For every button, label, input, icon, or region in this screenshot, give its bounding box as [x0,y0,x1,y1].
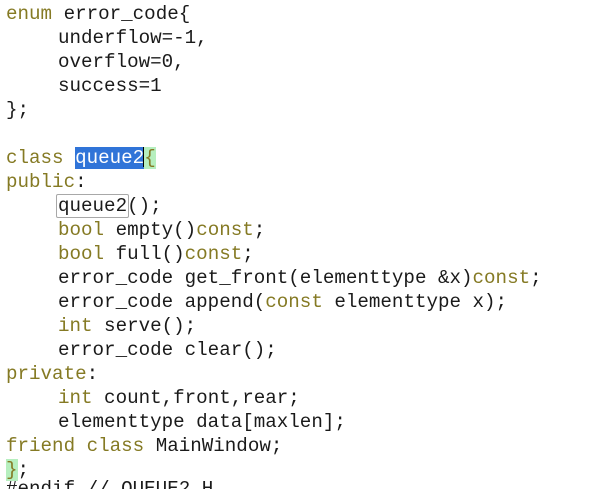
code-text: elementtype x); [322,291,508,313]
code-text: success=1 [58,75,162,97]
code-text: empty() [104,219,197,241]
code-editor[interactable]: enum error_code{ underflow=-1, overflow=… [0,0,608,489]
keyword: const [265,291,323,313]
matched-brace: } [6,459,18,481]
code-line: bool empty()const; [58,218,265,242]
code-line: queue2(); [56,194,162,218]
code-line: int serve(); [58,314,196,338]
code-text: full() [104,243,185,265]
code-text: overflow=0, [58,51,185,73]
clipped-line: #endif // QUEUE2_H [6,480,266,489]
code-text: ; [253,219,266,241]
keyword: private [6,363,87,385]
code-line: }; [6,458,29,482]
code-line: error_code clear(); [58,338,277,362]
code-text: underflow=-1, [58,27,208,49]
code-line: overflow=0, [58,50,185,74]
code-text: error_code{ [52,3,191,25]
code-line: }; [6,98,29,122]
keyword: int [58,387,93,409]
code-text: (); [127,195,162,217]
keyword: bool [58,219,105,241]
code-text: elementtype data[maxlen]; [58,411,346,433]
keyword: const [472,267,531,289]
matched-brace: { [144,147,156,169]
code-line: #endif // QUEUE2_H [6,480,213,489]
code-text: MainWindow; [144,435,283,457]
code-text: }; [6,99,30,121]
keyword: const [184,243,243,265]
code-line: int count,front,rear; [58,386,300,410]
code-line: success=1 [58,74,162,98]
code-line: error_code get_front(elementtype &x)cons… [58,266,542,290]
keyword: bool [58,243,105,265]
keyword: friend class [6,435,145,457]
code-line: bool full()const; [58,242,254,266]
code-text: error_code get_front(elementtype &x) [58,267,473,289]
code-line: enum error_code{ [6,2,190,26]
code-line: underflow=-1, [58,26,208,50]
code-line: class queue2{ [6,146,156,170]
code-line: public: [6,170,87,194]
keyword: int [58,315,93,337]
code-line: friend class MainWindow; [6,434,282,458]
selected-text[interactable]: queue2 [75,147,145,169]
code-text: #endif // QUEUE2_H [6,480,213,489]
code-text: ; [242,243,254,265]
code-text: error_code append( [58,291,266,313]
code-text: : [75,171,87,193]
code-line: elementtype data[maxlen]; [58,410,346,434]
keyword: enum [6,3,53,25]
code-text: ; [530,267,542,289]
code-text: serve(); [92,315,197,337]
code-text: ; [17,459,30,481]
code-text: : [86,363,99,385]
keyword: class [6,147,64,169]
code-text: error_code clear(); [58,339,277,361]
keyword: public [6,171,76,193]
code-line: error_code append(const elementtype x); [58,290,507,314]
code-text: count,front,rear; [92,387,300,409]
keyword: const [196,219,254,241]
code-line: private: [6,362,98,386]
highlighted-occurrence: queue2 [56,194,130,218]
